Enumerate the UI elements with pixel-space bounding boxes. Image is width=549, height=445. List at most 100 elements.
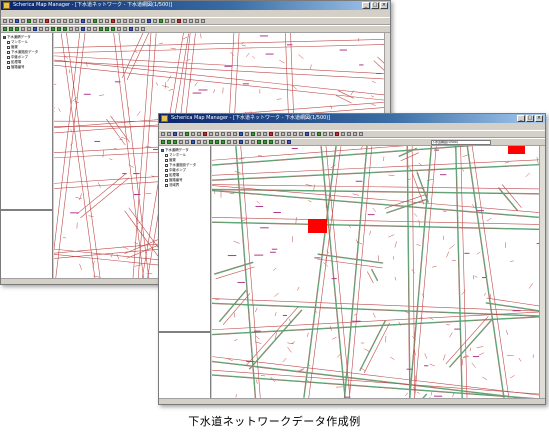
toolbar-tool-icon[interactable] <box>189 19 193 23</box>
layer-tree-root[interactable]: 下水道網データ <box>161 148 189 152</box>
toolbar-tool-icon[interactable] <box>347 132 351 136</box>
toolbar-tool-icon[interactable] <box>305 132 309 136</box>
layer-item[interactable]: 下水道施設データ <box>7 50 38 54</box>
toolbar-tool-icon[interactable] <box>311 132 315 136</box>
toolbar-tool-icon[interactable] <box>209 132 213 136</box>
toolbar-tool-icon[interactable] <box>275 132 279 136</box>
layer-item[interactable]: 管渠 <box>7 45 18 49</box>
toolbar-tool-icon[interactable] <box>161 132 165 136</box>
toolbar-tool-icon[interactable] <box>3 19 7 23</box>
toolbar-tool-icon[interactable] <box>221 132 225 136</box>
checkbox-icon[interactable] <box>7 50 10 54</box>
toolbar-tool-icon[interactable] <box>21 19 25 23</box>
maximize-button[interactable]: □ <box>371 2 379 9</box>
toolbar-tool-icon[interactable] <box>117 27 121 31</box>
toolbar-tool-icon[interactable] <box>167 140 171 144</box>
toolbar-tool-icon[interactable] <box>141 27 145 31</box>
layer-tree-root[interactable]: 下水道網データ <box>3 35 31 39</box>
toolbar-tool-icon[interactable] <box>251 140 255 144</box>
toolbar-tool-icon[interactable] <box>75 19 79 23</box>
toolbar-tool-icon[interactable] <box>165 19 169 23</box>
checkbox-icon[interactable] <box>165 153 168 157</box>
checkbox-icon[interactable] <box>165 158 168 162</box>
toolbar-tool-icon[interactable] <box>93 19 97 23</box>
minimize-button[interactable]: _ <box>362 2 370 9</box>
toolbar-tool-icon[interactable] <box>251 132 255 136</box>
toolbar-tool-icon[interactable] <box>161 140 165 144</box>
toolbar-tool-icon[interactable] <box>215 140 219 144</box>
toolbar-tool-icon[interactable] <box>281 132 285 136</box>
toolbar-tool-icon[interactable] <box>257 140 261 144</box>
toolbar-tool-icon[interactable] <box>359 132 363 136</box>
toolbar-tool-icon[interactable] <box>233 140 237 144</box>
toolbar-tool-icon[interactable] <box>293 132 297 136</box>
toolbar-tool-icon[interactable] <box>239 132 243 136</box>
toolbar-tool-icon[interactable] <box>111 19 115 23</box>
toolbar-tool-icon[interactable] <box>51 19 55 23</box>
toolbar-tool-icon[interactable] <box>269 132 273 136</box>
toolbar-tool-icon[interactable] <box>287 140 291 144</box>
toolbar-tool-icon[interactable] <box>135 27 139 31</box>
toolbar-tool-icon[interactable] <box>299 132 303 136</box>
toolbar-tool-icon[interactable] <box>185 132 189 136</box>
toolbar-tool-icon[interactable] <box>9 27 13 31</box>
toolbar-tool-icon[interactable] <box>123 19 127 23</box>
close-button[interactable]: × <box>535 115 543 122</box>
toolbar-tool-icon[interactable] <box>87 27 91 31</box>
checkbox-icon[interactable] <box>7 55 10 59</box>
toolbar-tool-icon[interactable] <box>93 27 97 31</box>
toolbar-tool-icon[interactable] <box>123 27 127 31</box>
toolbar-tool-icon[interactable] <box>69 19 73 23</box>
toolbar-tool-icon[interactable] <box>87 19 91 23</box>
layer-item[interactable]: 流域界 <box>165 183 179 187</box>
back-title-bar[interactable]: Scherica Map Manager - [下水道ネットワーク - 下水道網… <box>1 1 390 10</box>
toolbar-tool-icon[interactable] <box>227 132 231 136</box>
toolbar-tool-icon[interactable] <box>185 140 189 144</box>
toolbar-tool-icon[interactable] <box>15 27 19 31</box>
toolbar-tool-icon[interactable] <box>191 140 195 144</box>
toolbar-tool-icon[interactable] <box>21 27 25 31</box>
toolbar-tool-icon[interactable] <box>275 140 279 144</box>
front-map-canvas[interactable] <box>212 146 539 398</box>
toolbar-tool-icon[interactable] <box>245 140 249 144</box>
checkbox-icon[interactable] <box>165 178 168 182</box>
toolbar-tool-icon[interactable] <box>171 19 175 23</box>
layer-item[interactable]: マンホール <box>165 153 186 157</box>
toolbar-tool-icon[interactable] <box>197 140 201 144</box>
toolbar-tool-icon[interactable] <box>179 140 183 144</box>
layer-item[interactable]: 中継ポンプ <box>165 168 186 172</box>
toolbar-tool-icon[interactable] <box>147 19 151 23</box>
toolbar-tool-icon[interactable] <box>51 27 55 31</box>
toolbar-tool-icon[interactable] <box>323 132 327 136</box>
front-map-view[interactable] <box>212 146 539 398</box>
front-title-bar[interactable]: Scherica Map Manager - [下水道ネットワーク - 下水道網… <box>159 114 545 123</box>
checkbox-icon[interactable] <box>165 173 168 177</box>
toolbar-tool-icon[interactable] <box>99 27 103 31</box>
maximize-button[interactable]: □ <box>526 115 534 122</box>
scale-combo[interactable]: 下水道網図(1/500) <box>431 140 491 145</box>
toolbar-tool-icon[interactable] <box>281 140 285 144</box>
toolbar-tool-icon[interactable] <box>39 19 43 23</box>
toolbar-tool-icon[interactable] <box>179 132 183 136</box>
toolbar-tool-icon[interactable] <box>153 19 157 23</box>
checkbox-icon[interactable] <box>165 168 168 172</box>
toolbar-tool-icon[interactable] <box>135 19 139 23</box>
toolbar-tool-icon[interactable] <box>245 132 249 136</box>
layer-item[interactable]: 下水道施設データ <box>165 163 196 167</box>
toolbar-tool-icon[interactable] <box>9 19 13 23</box>
minimize-button[interactable]: _ <box>517 115 525 122</box>
checkbox-icon[interactable] <box>165 163 168 167</box>
toolbar-tool-icon[interactable] <box>287 132 291 136</box>
toolbar-tool-icon[interactable] <box>239 140 243 144</box>
toolbar-tool-icon[interactable] <box>63 19 67 23</box>
toolbar-tool-icon[interactable] <box>201 19 205 23</box>
layer-item[interactable]: 処理場 <box>165 173 179 177</box>
toolbar-tool-icon[interactable] <box>335 132 339 136</box>
toolbar-tool-icon[interactable] <box>75 27 79 31</box>
toolbar-tool-icon[interactable] <box>195 19 199 23</box>
toolbar-tool-icon[interactable] <box>57 27 61 31</box>
toolbar-tool-icon[interactable] <box>39 27 43 31</box>
toolbar-tool-icon[interactable] <box>3 27 7 31</box>
toolbar-tool-icon[interactable] <box>203 140 207 144</box>
toolbar-tool-icon[interactable] <box>263 132 267 136</box>
